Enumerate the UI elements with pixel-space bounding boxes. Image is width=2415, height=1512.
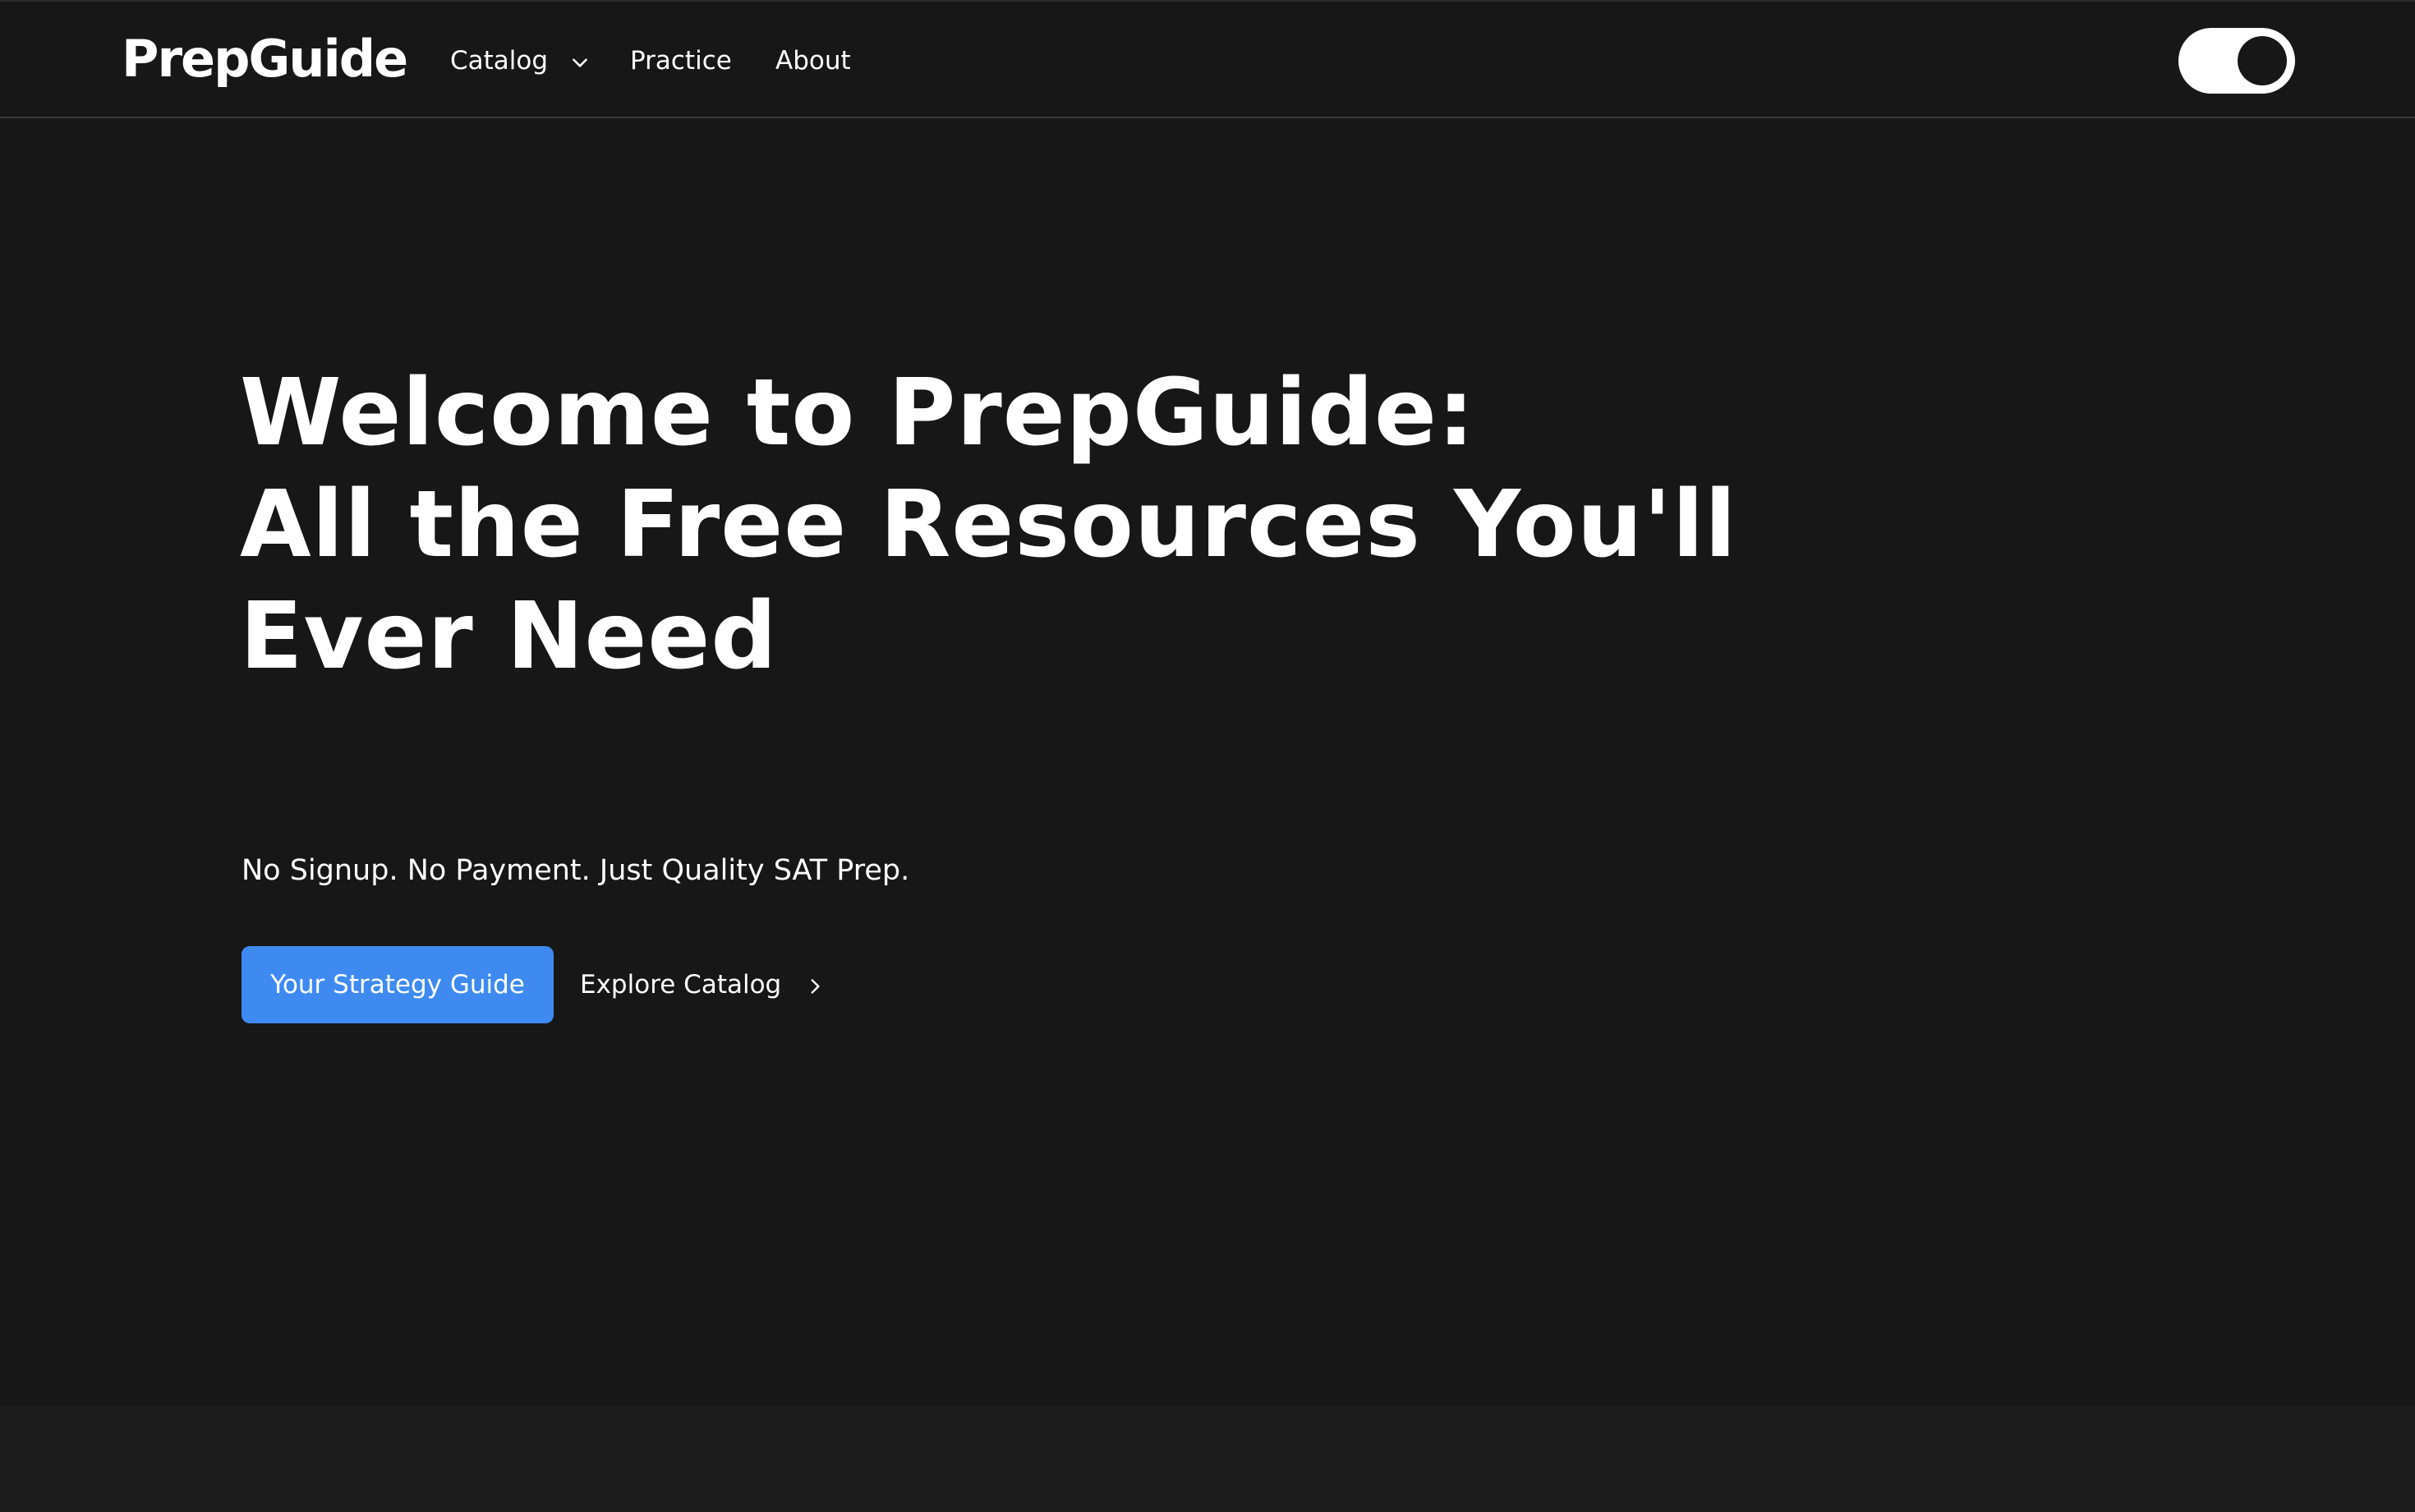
hero-section xyxy=(0,118,2415,1406)
hero-title-line-1: Welcome to PrepGuide: xyxy=(240,360,1475,466)
toggle-knob xyxy=(2238,36,2287,85)
nav-about[interactable]: About xyxy=(775,38,851,84)
hero-title-line-3: Ever Need xyxy=(240,583,778,690)
top-navbar: PrepGuide Catalog Practice About xyxy=(0,0,2415,118)
nav-catalog[interactable]: Catalog xyxy=(450,38,591,84)
explore-catalog-label: Explore Catalog xyxy=(580,970,782,1000)
chevron-right-icon xyxy=(811,978,820,994)
chevron-down-icon xyxy=(573,57,587,67)
strategy-guide-button[interactable]: Your Strategy Guide xyxy=(242,946,554,1023)
theme-toggle-switch[interactable] xyxy=(2178,28,2295,94)
hero-subtitle: No Signup. No Payment. Just Quality SAT … xyxy=(242,854,910,887)
explore-catalog-link[interactable]: Explore Catalog xyxy=(580,946,824,1023)
nav-catalog-label: Catalog xyxy=(450,46,549,76)
hero-title: Welcome to PrepGuide: All the Free Resou… xyxy=(240,357,1737,692)
site-logo[interactable]: PrepGuide xyxy=(122,25,408,94)
hero-title-line-2: All the Free Resources You'll xyxy=(240,471,1737,578)
nav-practice[interactable]: Practice xyxy=(630,38,732,84)
next-section-band xyxy=(0,1406,2415,1512)
